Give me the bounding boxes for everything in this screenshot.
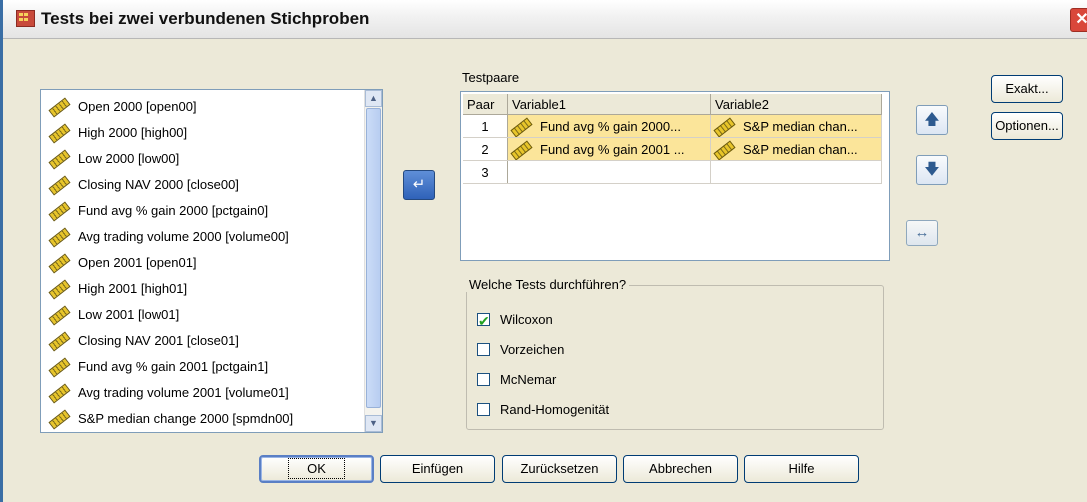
variable2-cell[interactable]: S&P median chan...: [710, 114, 882, 138]
scale-ruler-icon: [48, 97, 71, 118]
scale-ruler-icon: [48, 305, 71, 326]
testpairs-label: Testpaare: [462, 70, 520, 85]
scale-ruler-icon: [48, 227, 71, 248]
arrow-left-icon: ↵: [412, 176, 426, 193]
scale-ruler-icon: [48, 149, 71, 170]
ok-button[interactable]: OK: [259, 455, 374, 483]
list-item[interactable]: Avg trading volume 2000 [volume00]: [48, 224, 289, 249]
variable2-cell[interactable]: [710, 160, 882, 184]
checkbox[interactable]: [477, 343, 490, 357]
close-button[interactable]: ✕: [1070, 8, 1087, 32]
scale-ruler-icon: [48, 383, 71, 404]
list-item[interactable]: S&P median change 2000 [spmdn00]: [48, 406, 293, 431]
scale-ruler-icon: [713, 140, 736, 160]
column-header: Paar: [463, 94, 508, 115]
checkbox[interactable]: [477, 373, 490, 387]
checkbox-wilcoxon[interactable]: Wilcoxon: [477, 310, 553, 331]
list-item[interactable]: Open 2000 [open00]: [48, 94, 197, 119]
scroll-thumb[interactable]: [366, 108, 381, 408]
column-header: Variable1: [507, 94, 711, 115]
exact-button[interactable]: Exakt...: [991, 75, 1063, 103]
list-item[interactable]: Low 2000 [low00]: [48, 146, 179, 171]
vertical-scrollbar[interactable]: ▲ ▼: [364, 90, 382, 432]
checkbox-vorzeichen[interactable]: Vorzeichen: [477, 340, 564, 360]
window-title: Tests bei zwei verbundenen Stichproben: [41, 9, 370, 28]
testpairs-grid[interactable]: Paar Variable1 Variable2 1 Fund avg % ga…: [460, 91, 890, 261]
scale-ruler-icon: [48, 409, 71, 430]
scale-ruler-icon: [48, 279, 71, 300]
tests-group-title: Welche Tests durchführen?: [466, 277, 630, 292]
scale-ruler-icon: [48, 123, 71, 144]
checkbox-rand-homogenitaet[interactable]: Rand-Homogenität: [477, 400, 609, 420]
close-icon: ✕: [1075, 11, 1087, 28]
scale-ruler-icon: [713, 117, 736, 137]
variable1-cell[interactable]: Fund avg % gain 2000...: [507, 114, 711, 138]
variable1-cell[interactable]: Fund avg % gain 2001 ...: [507, 137, 711, 161]
dialog-window: Tests bei zwei verbundenen Stichproben ✕…: [0, 0, 1087, 502]
swap-button[interactable]: ↔: [906, 220, 938, 246]
checkbox[interactable]: [477, 311, 490, 331]
spss-table-icon: [16, 10, 35, 27]
table-row[interactable]: 2 Fund avg % gain 2001 ... S&P median ch…: [463, 137, 882, 161]
chevron-down-icon: ▼: [369, 418, 378, 428]
scale-ruler-icon: [48, 253, 71, 274]
swap-icon: ↔: [914, 224, 930, 241]
list-item[interactable]: Fund avg % gain 2000 [pctgain0]: [48, 198, 268, 223]
table-row[interactable]: 3: [463, 160, 882, 184]
row-number: 2: [463, 137, 508, 161]
testpairs-table: Paar Variable1 Variable2 1 Fund avg % ga…: [463, 94, 882, 184]
variable2-cell[interactable]: S&P median chan...: [710, 137, 882, 161]
list-item[interactable]: Low 2001 [low01]: [48, 302, 179, 327]
list-item[interactable]: Fund avg % gain 2001 [pctgain1]: [48, 354, 268, 379]
list-item[interactable]: Avg trading volume 2001 [volume01]: [48, 380, 289, 405]
cancel-button[interactable]: Abbrechen: [623, 455, 738, 483]
scroll-up-button[interactable]: ▲: [365, 90, 382, 107]
arrow-up-icon: 🡅: [924, 111, 940, 128]
scale-ruler-icon: [48, 331, 71, 352]
variable1-cell[interactable]: [507, 160, 711, 184]
row-number: 1: [463, 114, 508, 138]
table-row[interactable]: 1 Fund avg % gain 2000... S&P median cha…: [463, 114, 882, 138]
move-to-pairs-button[interactable]: ↵: [403, 170, 435, 200]
list-item[interactable]: Closing NAV 2001 [close01]: [48, 328, 239, 353]
move-down-button[interactable]: 🡇: [916, 155, 948, 185]
checkbox[interactable]: [477, 403, 490, 417]
scale-ruler-icon: [48, 201, 71, 222]
arrow-down-icon: 🡇: [924, 161, 940, 178]
checkbox-mcnemar[interactable]: McNemar: [477, 370, 556, 390]
move-up-button[interactable]: 🡅: [916, 105, 948, 135]
scale-ruler-icon: [48, 175, 71, 196]
options-button[interactable]: Optionen...: [991, 112, 1063, 140]
scale-ruler-icon: [48, 357, 71, 378]
help-button[interactable]: Hilfe: [744, 455, 859, 483]
title-bar: Tests bei zwei verbundenen Stichproben ✕: [3, 0, 1087, 39]
reset-button[interactable]: Zurücksetzen: [502, 455, 617, 483]
list-item[interactable]: Closing NAV 2000 [close00]: [48, 172, 239, 197]
list-item[interactable]: Open 2001 [open01]: [48, 250, 197, 275]
chevron-up-icon: ▲: [369, 93, 378, 103]
paste-button[interactable]: Einfügen: [380, 455, 495, 483]
column-header: Variable2: [710, 94, 882, 115]
list-item[interactable]: High 2000 [high00]: [48, 120, 187, 145]
source-variable-list[interactable]: Open 2000 [open00] High 2000 [high00] Lo…: [40, 89, 383, 433]
scale-ruler-icon: [510, 117, 533, 137]
list-item[interactable]: High 2001 [high01]: [48, 276, 187, 301]
scale-ruler-icon: [510, 140, 533, 160]
row-number: 3: [463, 160, 508, 184]
scroll-down-button[interactable]: ▼: [365, 415, 382, 432]
